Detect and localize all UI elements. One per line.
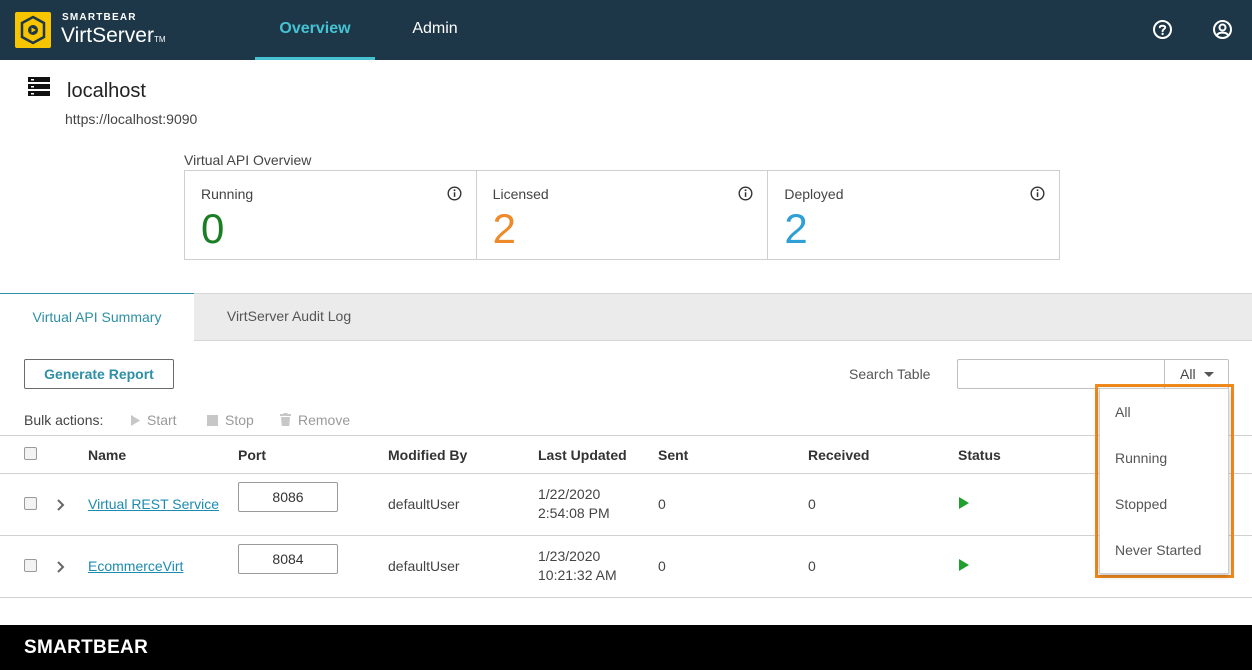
server-icon — [28, 77, 50, 97]
virtserver-logo-icon[interactable] — [15, 12, 51, 48]
card-value: 0 — [201, 205, 225, 252]
stop-icon — [207, 413, 218, 429]
server-url: https://localhost:9090 — [65, 111, 198, 127]
column-header-modified-by[interactable]: Modified By — [388, 447, 467, 463]
row-checkbox[interactable] — [24, 497, 37, 510]
help-circle-icon[interactable] — [1152, 19, 1173, 40]
card-value: 2 — [784, 205, 808, 252]
service-name-link[interactable]: EcommerceVirt — [88, 558, 183, 574]
column-header-sent[interactable]: Sent — [658, 447, 688, 463]
info-icon[interactable] — [447, 186, 462, 201]
last-updated-time: 2:54:08 PM — [538, 505, 610, 521]
filter-option-stopped[interactable]: Stopped — [1115, 496, 1167, 512]
last-updated-date: 1/22/2020 — [538, 486, 601, 502]
table-header-divider — [0, 473, 1252, 474]
row-divider — [0, 597, 1252, 598]
chevron-right-icon[interactable] — [56, 498, 66, 511]
overview-cards: Running 0 Licensed 2 Deployed 2 — [184, 170, 1060, 260]
column-header-received[interactable]: Received — [808, 447, 869, 463]
card-running: Running 0 — [185, 171, 477, 259]
play-status-icon[interactable] — [959, 559, 969, 571]
user-circle-icon[interactable] — [1212, 19, 1233, 40]
row-divider — [0, 535, 1252, 536]
brand-company-name: SMARTBEAR — [62, 12, 137, 23]
card-title: Running — [201, 186, 254, 202]
tab-audit-log[interactable]: VirtServer Audit Log — [194, 293, 384, 341]
modified-by-cell: defaultUser — [388, 496, 460, 512]
card-deployed: Deployed 2 — [768, 171, 1059, 259]
top-navigation-bar: SMARTBEAR VirtServerTM Overview Admin — [0, 0, 1252, 60]
summary-tabs: Virtual API Summary VirtServer Audit Log — [0, 293, 1252, 341]
generate-report-button[interactable]: Generate Report — [24, 359, 174, 389]
caret-down-icon — [1204, 372, 1214, 377]
modified-by-cell: defaultUser — [388, 558, 460, 574]
brand-product-text: VirtServer — [61, 24, 154, 47]
sent-cell: 0 — [658, 496, 666, 512]
bulk-stop-button[interactable]: Stop — [207, 412, 254, 429]
select-all-checkbox[interactable] — [24, 447, 37, 460]
bulk-remove-label: Remove — [298, 412, 351, 428]
overview-section-label: Virtual API Overview — [184, 152, 312, 168]
port-input[interactable]: 8086 — [238, 482, 338, 512]
filter-option-all[interactable]: All — [1115, 404, 1131, 420]
play-icon — [131, 413, 140, 429]
bulk-remove-button[interactable]: Remove — [280, 412, 350, 429]
footer-logo: SMARTBEAR — [24, 637, 149, 658]
bulk-start-label: Start — [147, 412, 177, 428]
row-checkbox[interactable] — [24, 559, 37, 572]
column-header-name[interactable]: Name — [88, 447, 126, 463]
bulk-actions-label: Bulk actions: — [24, 412, 104, 428]
last-updated-date: 1/23/2020 — [538, 548, 601, 564]
server-name: localhost — [67, 80, 146, 102]
tab-virtual-api-summary[interactable]: Virtual API Summary — [0, 293, 194, 341]
nav-tab-overview[interactable]: Overview — [255, 0, 375, 60]
filter-option-never-started[interactable]: Never Started — [1115, 542, 1201, 558]
brand-product-name: VirtServerTM — [61, 24, 166, 48]
card-title: Deployed — [784, 186, 844, 202]
received-cell: 0 — [808, 558, 816, 574]
table-divider — [0, 435, 1252, 436]
bulk-stop-label: Stop — [225, 412, 254, 428]
footer: SMARTBEAR — [0, 625, 1252, 670]
info-icon[interactable] — [1030, 186, 1045, 201]
status-filter-value: All — [1180, 366, 1196, 382]
received-cell: 0 — [808, 496, 816, 512]
last-updated-time: 10:21:32 AM — [538, 567, 617, 583]
trash-icon — [280, 413, 291, 429]
status-filter-menu: All Running Stopped Never Started — [1099, 388, 1229, 574]
card-title: Licensed — [492, 186, 549, 202]
nav-tab-admin[interactable]: Admin — [394, 0, 476, 60]
info-icon[interactable] — [738, 186, 753, 201]
service-name-link[interactable]: Virtual REST Service — [88, 496, 219, 512]
filter-option-running[interactable]: Running — [1115, 450, 1167, 466]
column-header-port[interactable]: Port — [238, 447, 266, 463]
column-header-last-updated[interactable]: Last Updated — [538, 447, 627, 463]
card-licensed: Licensed 2 — [477, 171, 769, 259]
brand-trademark: TM — [153, 35, 166, 44]
play-status-icon[interactable] — [959, 497, 969, 509]
card-value: 2 — [492, 205, 517, 252]
port-input[interactable]: 8084 — [238, 544, 338, 574]
chevron-right-icon[interactable] — [56, 560, 66, 573]
bulk-start-button[interactable]: Start — [131, 412, 177, 429]
sent-cell: 0 — [658, 558, 666, 574]
search-table-label: Search Table — [849, 366, 931, 382]
column-header-status[interactable]: Status — [958, 447, 1001, 463]
